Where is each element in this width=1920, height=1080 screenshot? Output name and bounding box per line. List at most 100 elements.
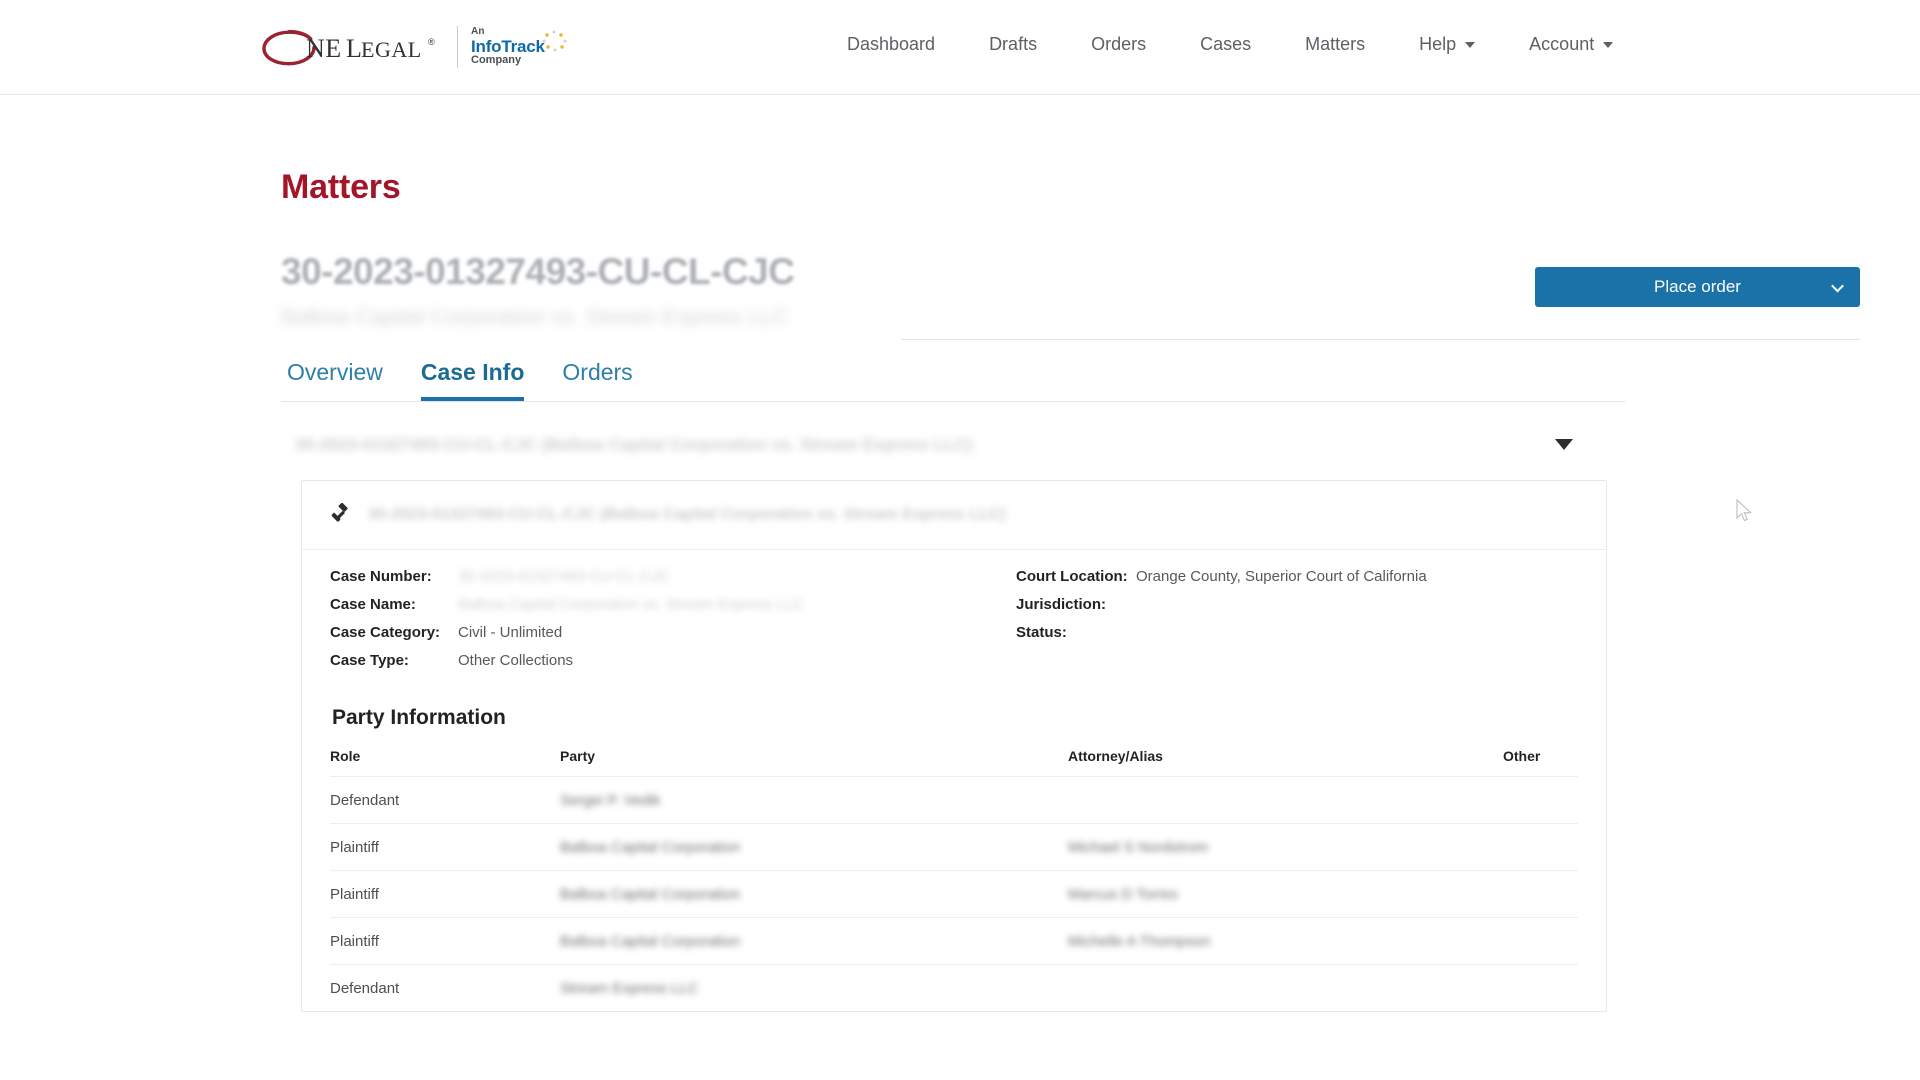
case-accordion-header[interactable]: 30-2023-01327493-CU-CL-CJC (Balboa Capit…: [281, 424, 1625, 466]
column-header-attorney-alias: Attorney/Alias: [1068, 747, 1163, 764]
svg-text:®: ®: [428, 37, 435, 47]
table-row: Defendant Sergei P. Vedik: [330, 775, 1578, 824]
brand-divider: [457, 26, 458, 68]
cell-other: [1503, 963, 1578, 1011]
field-case-number: Case Number: 30-2023-01327493-CU-CL-CJC: [330, 568, 950, 596]
infotrack-company-label: Company: [471, 54, 522, 67]
nav-item-account[interactable]: Account: [1502, 28, 1640, 61]
svg-text:NE: NE: [306, 34, 342, 63]
cell-role: Defendant: [330, 963, 560, 1011]
case-info-card-header: 30-2023-01327493-CU-CL-CJC (Balboa Capit…: [302, 481, 1606, 550]
cell-attorney: [1068, 775, 1503, 824]
field-status: Status:: [1016, 624, 1578, 652]
gavel-icon: [331, 502, 348, 522]
tab-label: Orders: [562, 359, 633, 386]
field-label: Status:: [1016, 623, 1067, 641]
cell-role: Plaintiff: [330, 822, 560, 871]
tab-orders[interactable]: Orders: [562, 360, 632, 400]
field-label: Jurisdiction:: [1016, 595, 1107, 613]
nav-label: Cases: [1200, 34, 1252, 54]
top-navigation-bar: NE L EGAL ® An InfoTrack Company Dashboa: [0, 0, 1920, 95]
column-header-role: Role: [330, 747, 361, 764]
case-number-heading: 30-2023-01327493-CU-CL-CJC: [281, 251, 795, 292]
infotrack-name: InfoTrack: [471, 36, 545, 56]
table-header-row: Role Party Attorney/Alias Other: [330, 744, 1578, 777]
case-info-card-body: Case Number: 30-2023-01327493-CU-CL-CJC …: [302, 550, 1606, 1011]
case-accordion-title: 30-2023-01327493-CU-CL-CJC (Balboa Capit…: [295, 434, 973, 454]
nav-item-cases[interactable]: Cases: [1173, 28, 1278, 61]
table-row: Defendant Stream Express LLC: [330, 963, 1578, 1011]
case-header-text-group: 30-2023-01327493-CU-CL-CJC Balboa Capita…: [281, 247, 795, 330]
cell-party: Balboa Capital Corporation: [560, 869, 1068, 918]
nav-item-help[interactable]: Help: [1392, 28, 1502, 61]
nav-item-matters[interactable]: Matters: [1278, 28, 1392, 61]
mouse-cursor: [1736, 499, 1752, 522]
place-order-button[interactable]: Place order: [1535, 267, 1860, 307]
field-label: Case Type:: [330, 651, 409, 669]
case-info-card: 30-2023-01327493-CU-CL-CJC (Balboa Capit…: [301, 479, 1607, 1012]
page-content: Matters 30-2023-01327493-CU-CL-CJC Balbo…: [0, 95, 1920, 1012]
cell-role: Plaintiff: [330, 869, 560, 918]
infotrack-lockup: An InfoTrack Company: [471, 26, 567, 67]
party-information-table: Role Party Attorney/Alias Other Defendan…: [330, 744, 1578, 1011]
tab-bar: Overview Case Info Orders: [281, 359, 1860, 401]
page-title: Matters: [281, 168, 401, 206]
cell-party: Sergei P. Vedik: [560, 775, 1068, 824]
case-header: 30-2023-01327493-CU-CL-CJC Balboa Capita…: [281, 247, 1860, 330]
field-jurisdiction: Jurisdiction:: [1016, 596, 1578, 624]
cell-attorney: [1068, 963, 1503, 1011]
field-label: Case Category:: [330, 623, 441, 641]
field-value: Civil - Unlimited: [458, 623, 563, 641]
case-fields-left-column: Case Number: 30-2023-01327493-CU-CL-CJC …: [330, 568, 950, 680]
cell-party: Balboa Capital Corporation: [560, 822, 1068, 871]
field-case-type: Case Type: Other Collections: [330, 652, 950, 680]
party-information-heading: Party Information: [332, 705, 506, 729]
chevron-down-icon: [1831, 279, 1844, 293]
field-case-name: Case Name: Balboa Capital Corporation vs…: [330, 596, 950, 624]
field-value: Balboa Capital Corporation vs. Stream Ex…: [458, 595, 804, 613]
nav-label: Matters: [1305, 34, 1366, 54]
caret-down-icon[interactable]: [1555, 439, 1573, 451]
column-header-other: Other: [1503, 747, 1541, 764]
cell-party: Balboa Capital Corporation: [560, 916, 1068, 965]
infotrack-sparkle-icon: [542, 30, 567, 52]
nav-item-drafts[interactable]: Drafts: [962, 28, 1064, 61]
one-legal-logo-icon: NE L EGAL ®: [262, 29, 435, 66]
case-fields-grid: Case Number: 30-2023-01327493-CU-CL-CJC …: [330, 568, 1578, 680]
cell-attorney: Marcus D Torres: [1068, 869, 1503, 918]
nav-label: Account: [1529, 34, 1595, 54]
tab-bar-divider: [281, 400, 1625, 402]
tab-overview[interactable]: Overview: [287, 360, 383, 400]
nav-label: Help: [1419, 34, 1457, 54]
column-header-party: Party: [560, 747, 596, 764]
field-label: Case Name:: [330, 595, 416, 613]
cell-party: Stream Express LLC: [560, 963, 1068, 1011]
nav-item-orders[interactable]: Orders: [1064, 28, 1173, 61]
nav-label: Orders: [1091, 34, 1147, 54]
cell-role: Defendant: [330, 775, 560, 824]
field-label: Court Location:: [1016, 567, 1128, 585]
cell-attorney: Michelle A Thompson: [1068, 916, 1503, 965]
field-case-category: Case Category: Civil - Unlimited: [330, 624, 950, 652]
place-order-label: Place order: [1654, 277, 1741, 296]
tab-case-info[interactable]: Case Info: [420, 359, 525, 401]
case-info-card-title: 30-2023-01327493-CU-CL-CJC (Balboa Capit…: [368, 505, 1006, 523]
cell-other: [1503, 822, 1578, 871]
table-row: Plaintiff Balboa Capital Corporation Mic…: [330, 822, 1578, 871]
nav-label: Dashboard: [847, 34, 936, 54]
brand-logo-group[interactable]: NE L EGAL ® An InfoTrack Company: [262, 18, 567, 76]
chevron-down-icon: [1465, 41, 1476, 48]
infotrack-an-label: An: [471, 26, 485, 38]
cell-attorney: Michael S Nordstrom: [1068, 822, 1503, 871]
nav-item-dashboard[interactable]: Dashboard: [820, 28, 962, 61]
table-row: Plaintiff Balboa Capital Corporation Mar…: [330, 869, 1578, 918]
field-value: 30-2023-01327493-CU-CL-CJC: [458, 567, 670, 585]
chevron-down-icon: [1603, 41, 1614, 48]
field-value: Orange County, Superior Court of Califor…: [1136, 567, 1427, 585]
svg-text:L: L: [346, 34, 362, 63]
cell-role: Plaintiff: [330, 916, 560, 965]
table-row: Plaintiff Balboa Capital Corporation Mic…: [330, 916, 1578, 965]
tab-label: Case Info: [420, 359, 525, 386]
tab-label: Overview: [287, 359, 383, 386]
header-divider: [901, 339, 1860, 341]
